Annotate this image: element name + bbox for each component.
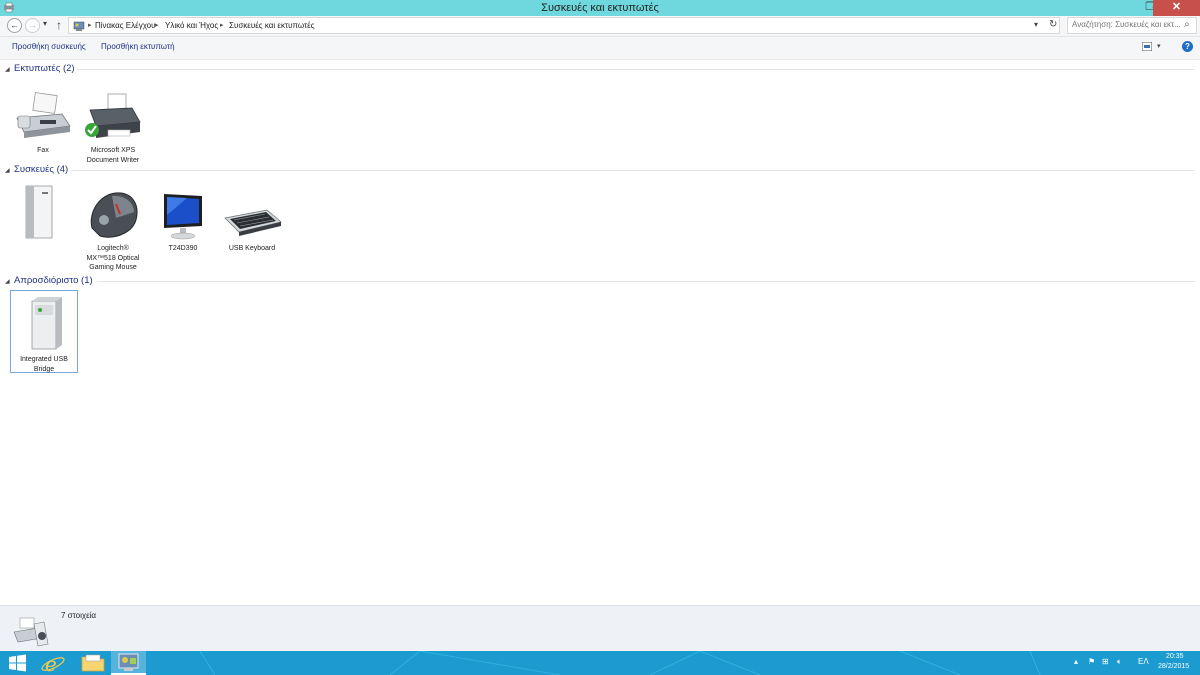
item-label: Fax xyxy=(37,147,49,154)
group-label: Απροσδιόριστο (1) xyxy=(14,275,93,286)
show-hidden-icons-chevron-up-icon[interactable]: ▴ xyxy=(1074,657,1078,666)
taskbar-background xyxy=(199,651,1041,675)
windows-logo-icon xyxy=(9,654,26,672)
help-icon[interactable]: ? xyxy=(1182,41,1193,52)
device-item-usb-bridge[interactable]: Integrated USB Bridge xyxy=(10,290,78,373)
breadcrumb-separator-icon: ▸ xyxy=(220,22,224,29)
item-label: T24D390 xyxy=(168,245,198,252)
breadcrumb-hardware-sound[interactable]: Υλικό και Ήχος xyxy=(165,21,218,30)
search-icon[interactable]: ⌕ xyxy=(1184,19,1190,30)
add-printer-button[interactable]: Προσθήκη εκτυπωτή xyxy=(101,42,175,51)
view-options-chevron-down-icon[interactable]: ▾ xyxy=(1157,42,1161,50)
monitor-icon xyxy=(164,194,202,240)
forward-button[interactable]: → xyxy=(25,18,40,33)
network-icon[interactable]: ⊞ xyxy=(1102,657,1109,666)
address-bar: ← → ▾ ↑ ▸ Πίνακας Ελέγχου ▸ Υλικό και Ήχ… xyxy=(0,16,1200,37)
mouse-icon xyxy=(90,192,138,238)
item-count: 7 στοιχεία xyxy=(61,611,97,620)
forward-arrow-icon: → xyxy=(28,20,37,30)
collapse-triangle-icon[interactable]: ◢ xyxy=(5,66,10,73)
change-view-icon[interactable] xyxy=(1142,42,1152,51)
refresh-icon[interactable]: ↻ xyxy=(1049,19,1057,30)
breadcrumb-devices-printers[interactable]: Συσκευές και εκτυπωτές xyxy=(229,21,315,30)
group-header-printers[interactable]: ◢ Εκτυπωτές (2) xyxy=(5,63,1195,76)
window-title: Συσκευές και εκτυπωτές xyxy=(541,2,659,14)
printer-icon xyxy=(85,93,141,138)
device-item-keyboard[interactable]: USB Keyboard xyxy=(219,190,285,254)
input-language-indicator[interactable]: ΕΛ xyxy=(1138,657,1149,666)
fax-icon xyxy=(16,92,71,138)
collapse-triangle-icon[interactable]: ◢ xyxy=(5,278,10,285)
control-panel-icon xyxy=(118,653,139,671)
start-button[interactable] xyxy=(0,651,35,675)
address-history-chevron-down-icon[interactable]: ▾ xyxy=(1034,20,1038,29)
title-bar: Συσκευές και εκτυπωτές – ❐ ✕ xyxy=(0,0,1200,16)
close-button[interactable]: ✕ xyxy=(1153,0,1200,16)
breadcrumb-separator-icon: ▸ xyxy=(88,22,92,29)
taskbar: e ▴ ⚑ ⊞ 🔈︎ ΕΛ 20:35 28/2/2015 xyxy=(0,651,1200,675)
item-label: Integrated USB Bridge xyxy=(20,356,68,373)
clock-time[interactable]: 20:35 xyxy=(1166,653,1184,660)
group-divider xyxy=(97,281,1195,282)
breadcrumb-separator-icon: ▸ xyxy=(155,22,159,29)
item-label: Logitech® MX™518 Optical Gaming Mouse xyxy=(86,245,140,271)
clock-date[interactable]: 28/2/2015 xyxy=(1158,663,1189,670)
volume-icon[interactable]: 🔈︎ xyxy=(1117,657,1122,667)
search-input[interactable] xyxy=(1072,20,1180,29)
device-item-mouse[interactable]: Logitech® MX™518 Optical Gaming Mouse xyxy=(80,190,146,273)
add-device-button[interactable]: Προσθήκη συσκευής xyxy=(12,42,86,51)
device-item-computer[interactable] xyxy=(10,184,76,244)
command-bar: Προσθήκη συσκευής Προσθήκη εκτυπωτή ▾ ? xyxy=(0,37,1200,60)
back-arrow-icon: ← xyxy=(10,20,19,30)
control-panel-icon xyxy=(73,21,85,31)
file-explorer-button[interactable] xyxy=(74,651,112,675)
back-button[interactable]: ← xyxy=(7,18,22,33)
action-center-flag-icon[interactable]: ⚑ xyxy=(1088,657,1095,666)
breadcrumb-control-panel[interactable]: Πίνακας Ελέγχου xyxy=(95,21,156,30)
item-label: USB Keyboard xyxy=(228,245,276,252)
up-arrow-icon[interactable]: ↑ xyxy=(56,18,62,32)
address-field[interactable]: ▸ Πίνακας Ελέγχου ▸ Υλικό και Ήχος ▸ Συσ… xyxy=(68,17,1060,34)
group-divider xyxy=(71,170,1195,171)
group-header-unspecified[interactable]: ◢ Απροσδιόριστο (1) xyxy=(5,275,1195,288)
internet-explorer-icon: e xyxy=(41,652,65,675)
status-bar: 7 στοιχεία xyxy=(0,605,1200,652)
device-item-fax[interactable]: Fax xyxy=(10,92,76,156)
folder-icon xyxy=(81,654,105,672)
group-divider xyxy=(77,69,1195,70)
group-label: Εκτυπωτές (2) xyxy=(14,63,75,74)
collapse-triangle-icon[interactable]: ◢ xyxy=(5,167,10,174)
device-item-monitor[interactable]: T24D390 xyxy=(150,190,216,254)
recent-locations-chevron-down-icon[interactable]: ▾ xyxy=(43,19,47,28)
devices-printers-icon xyxy=(13,617,49,647)
device-item-xps-writer[interactable]: Microsoft XPS Document Writer xyxy=(80,92,146,165)
group-header-devices[interactable]: ◢ Συσκευές (4) xyxy=(5,164,1195,177)
group-label: Συσκευές (4) xyxy=(14,164,69,175)
computer-tower-icon xyxy=(25,185,53,239)
item-label: Microsoft XPS Document Writer xyxy=(86,147,140,164)
internet-explorer-button[interactable]: e xyxy=(36,651,74,675)
usb-bridge-icon xyxy=(31,297,62,350)
control-panel-taskbar-button[interactable] xyxy=(111,651,146,675)
keyboard-icon xyxy=(224,209,282,236)
search-box[interactable]: ⌕ xyxy=(1067,17,1197,34)
